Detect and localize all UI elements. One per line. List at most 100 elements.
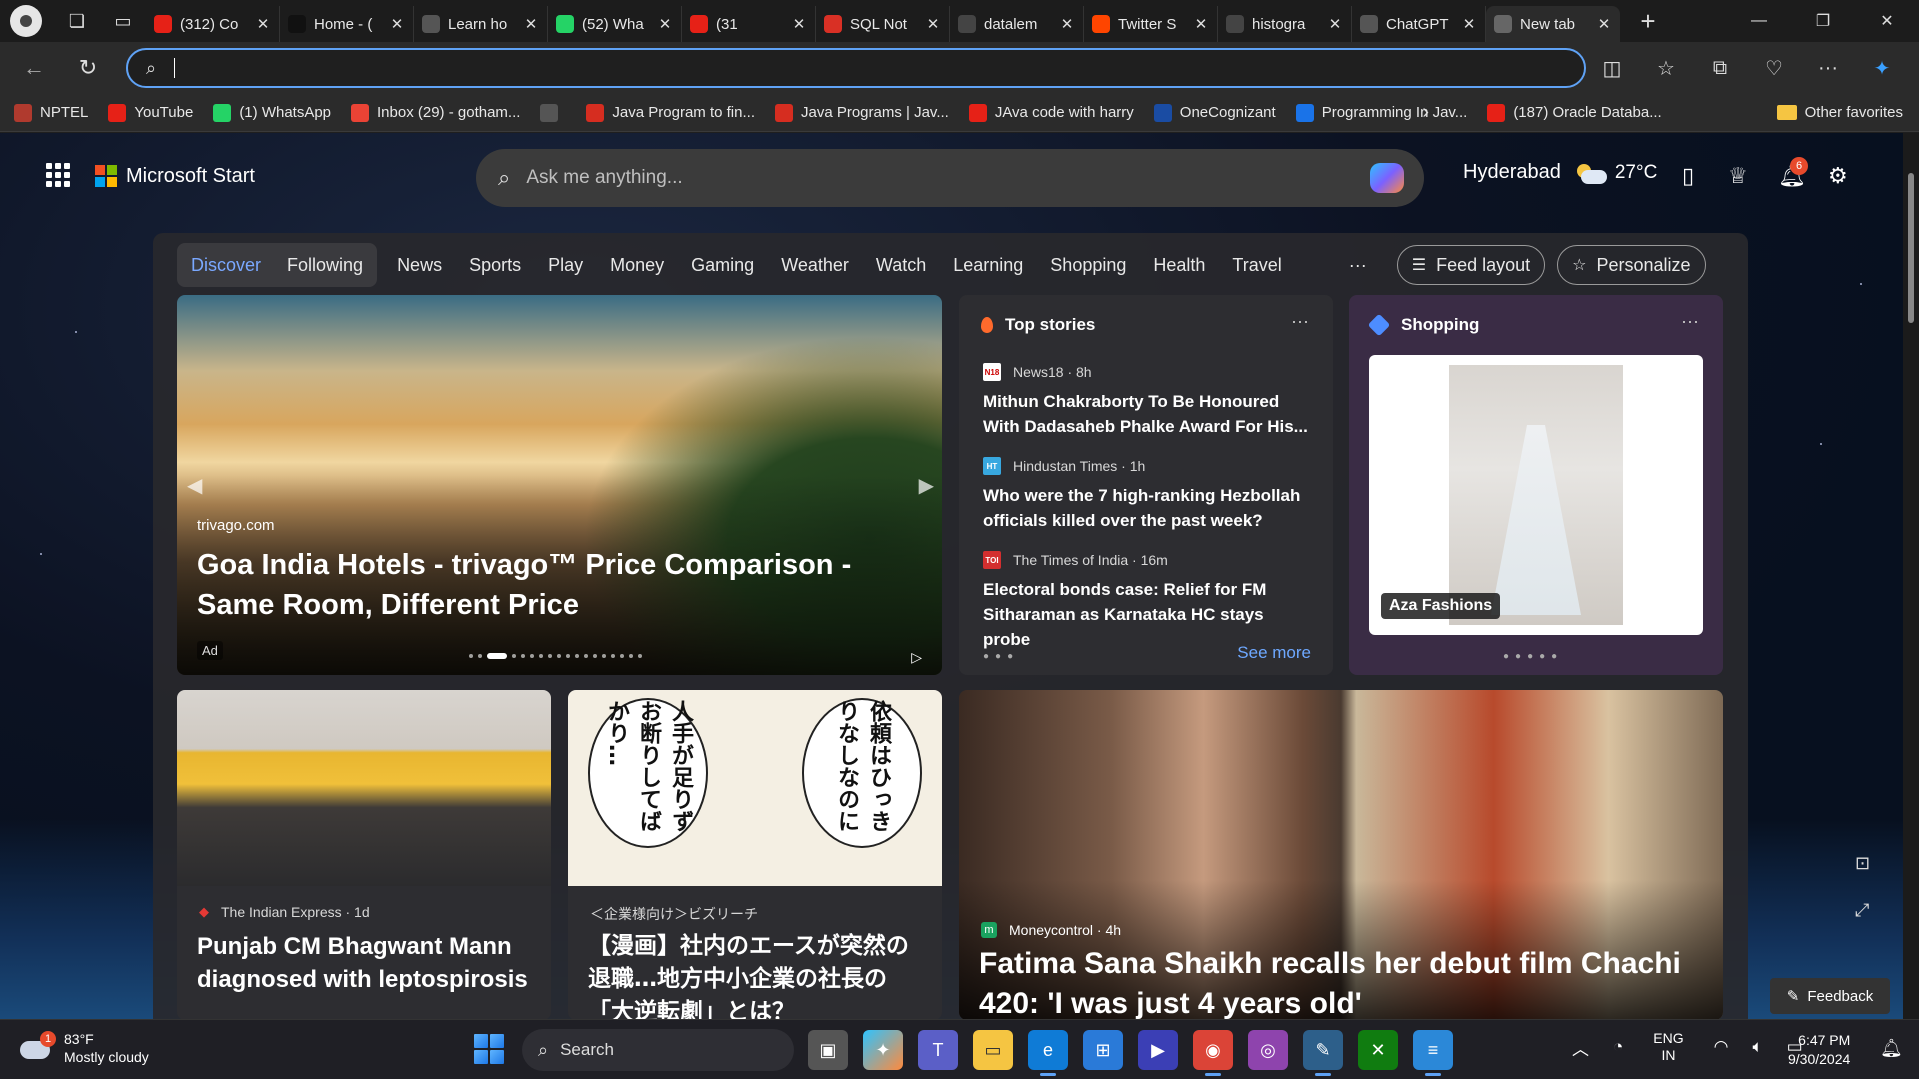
tab-money[interactable]: Money [610, 255, 664, 276]
tab-watch[interactable]: Watch [876, 255, 926, 276]
close-window-button[interactable]: ✕ [1855, 0, 1919, 42]
favorite-link[interactable]: (1) WhatsApp [213, 103, 331, 122]
xbox-icon[interactable]: ✕ [1358, 1030, 1398, 1070]
tab-discover[interactable]: Discover [191, 255, 261, 276]
close-tab-icon[interactable]: ✕ [255, 15, 271, 33]
browser-tab[interactable]: Twitter S ✕ [1084, 6, 1218, 42]
see-more-link[interactable]: See more [1237, 643, 1311, 663]
favorite-link[interactable]: JAva code with harry [968, 103, 1134, 122]
favorite-link[interactable]: YouTube [108, 103, 193, 122]
tab-health[interactable]: Health [1153, 255, 1205, 276]
card-title[interactable]: Punjab CM Bhagwant Mann diagnosed with l… [197, 930, 537, 996]
favorite-link[interactable]: Java Programs | Jav... [774, 103, 949, 122]
page-scrollbar[interactable] [1903, 133, 1919, 1019]
file-explorer-icon[interactable]: ▭ [973, 1030, 1013, 1070]
slide-dot[interactable] [620, 654, 624, 658]
card-more-options-button[interactable]: ··· [1291, 311, 1309, 332]
slide-dot[interactable] [469, 654, 473, 658]
volume-icon[interactable]: 🔈︎ [1752, 1037, 1762, 1057]
chevron-right-icon[interactable]: › [1422, 101, 1429, 124]
back-button[interactable]: ← [14, 48, 54, 88]
slide-dot[interactable] [629, 654, 633, 658]
browser-tab[interactable]: Learn ho ✕ [414, 6, 548, 42]
slide-dot[interactable] [521, 654, 525, 658]
brand-title[interactable]: Microsoft Start [126, 165, 255, 188]
browser-tab[interactable]: (312) Co ✕ [146, 6, 280, 42]
expand-icon[interactable]: ⤢ [1855, 900, 1870, 921]
story-item[interactable]: TOI The Times of India · 16m Electoral b… [983, 551, 1313, 652]
address-bar[interactable]: ⌕ [126, 48, 1586, 88]
slide-dot[interactable] [530, 654, 534, 658]
wifi-icon[interactable]: ◠ [1714, 1037, 1729, 1057]
close-tab-icon[interactable]: ✕ [389, 15, 405, 33]
weather-widget[interactable]: Hyderabad 27°C [1463, 161, 1657, 184]
edge-browser-icon[interactable]: e [1028, 1030, 1068, 1076]
story-title[interactable]: Mithun Chakraborty To Be Honoured With D… [983, 389, 1313, 439]
split-screen-icon[interactable]: ◫ [1585, 48, 1639, 88]
tab-play[interactable]: Play [548, 255, 583, 276]
story-item[interactable]: N18 News18 · 8h Mithun Chakraborty To Be… [983, 363, 1313, 439]
slide-dot[interactable] [487, 653, 507, 659]
browser-tab[interactable]: (31 ✕ [682, 6, 816, 42]
favorite-link[interactable]: OneCognizant [1153, 103, 1276, 122]
browser-tab[interactable]: (52) Wha ✕ [548, 6, 682, 42]
app-launcher-icon[interactable] [46, 163, 70, 187]
feedback-button[interactable]: ✎ Feedback [1770, 978, 1890, 1014]
rewards-trophy-icon[interactable]: ♕ [1728, 163, 1748, 189]
language-indicator[interactable]: ENG IN [1653, 1030, 1683, 1064]
browser-tab[interactable]: Home - (✕ [280, 6, 414, 42]
settings-more-icon[interactable]: ··· [1801, 48, 1855, 88]
close-tab-icon[interactable]: ✕ [1327, 15, 1343, 33]
story-item[interactable]: HT Hindustan Times · 1h Who were the 7 h… [983, 457, 1313, 533]
taskbar-search[interactable]: ⌕ Search [522, 1029, 794, 1071]
card-title[interactable]: 【漫画】社内のエースが突然の退職…地方中小企業の社長の「大逆転劇」とは？ [588, 930, 928, 1019]
mysql-workbench-icon[interactable]: ✎ [1303, 1030, 1343, 1076]
favorite-link[interactable]: (187) Oracle Databa... [1487, 103, 1662, 122]
close-tab-icon[interactable]: ✕ [791, 15, 807, 33]
copilot-icon[interactable]: ✦ [1855, 48, 1909, 88]
notepad-icon[interactable]: ≡ [1413, 1030, 1453, 1076]
new-tab-button[interactable]: + [1628, 3, 1668, 39]
slide-dot[interactable] [512, 654, 516, 658]
restore-button[interactable]: ❐ [1791, 0, 1855, 42]
taskbar-weather[interactable]: 1 83°F Mostly cloudy [20, 1030, 149, 1066]
card-more-options-button[interactable]: ··· [1681, 311, 1699, 332]
favorite-link[interactable]: Programming In Jav... [1295, 103, 1467, 122]
microsoft-store-icon[interactable]: ⊞ [1083, 1030, 1123, 1070]
copilot-app-icon[interactable]: ✦ [863, 1030, 903, 1070]
tray-app-icon[interactable]: ◔ [1613, 1037, 1623, 1057]
media-player-icon[interactable]: ▶ [1138, 1030, 1178, 1070]
collections-icon[interactable]: ⧉ [1693, 48, 1747, 88]
browser-tab[interactable]: datalem ✕ [950, 6, 1084, 42]
refresh-button[interactable]: ↻ [68, 48, 108, 88]
app-icon[interactable]: ◎ [1248, 1030, 1288, 1070]
slide-dot[interactable] [478, 654, 482, 658]
tab-following[interactable]: Following [287, 255, 363, 276]
start-button-icon[interactable] [474, 1034, 504, 1064]
favorite-link[interactable]: Inbox (29) - gotham... [351, 103, 520, 122]
web-search-box[interactable]: ⌕ Ask me anything... [476, 149, 1424, 207]
story-title[interactable]: Who were the 7 high-ranking Hezbollah of… [983, 483, 1313, 533]
workspaces-icon[interactable]: ❏ [62, 6, 92, 36]
slide-dot[interactable] [593, 654, 597, 658]
minimize-button[interactable]: — [1727, 0, 1791, 42]
profile-avatar[interactable] [10, 5, 42, 37]
task-view-icon[interactable]: ▣ [808, 1030, 848, 1070]
browser-essentials-icon[interactable]: ♡ [1747, 48, 1801, 88]
copilot-icon[interactable] [1370, 163, 1404, 193]
personalize-button[interactable]: ☆ Personalize [1557, 245, 1706, 285]
vertical-tabs-icon[interactable]: ▭ [108, 6, 138, 36]
browser-tab[interactable]: SQL Not ✕ [816, 6, 950, 42]
favorite-link[interactable] [540, 103, 566, 122]
more-categories-button[interactable]: ··· [1349, 255, 1367, 276]
slide-dot[interactable] [548, 654, 552, 658]
news-card[interactable]: ◆ The Indian Express · 1d Punjab CM Bhag… [177, 690, 551, 1019]
slide-dot[interactable] [611, 654, 615, 658]
card-title[interactable]: Fatima Sana Shaikh recalls her debut fil… [979, 944, 1719, 1019]
show-hidden-icons-icon[interactable]: ︿ [1572, 1035, 1589, 1060]
tab-travel[interactable]: Travel [1232, 255, 1281, 276]
taskbar-clock[interactable]: 6:47 PM 9/30/2024 [1788, 1031, 1850, 1069]
address-input[interactable] [187, 59, 1584, 77]
scrollbar-thumb[interactable] [1908, 173, 1914, 323]
product-card[interactable]: Aza Fashions [1369, 355, 1703, 635]
